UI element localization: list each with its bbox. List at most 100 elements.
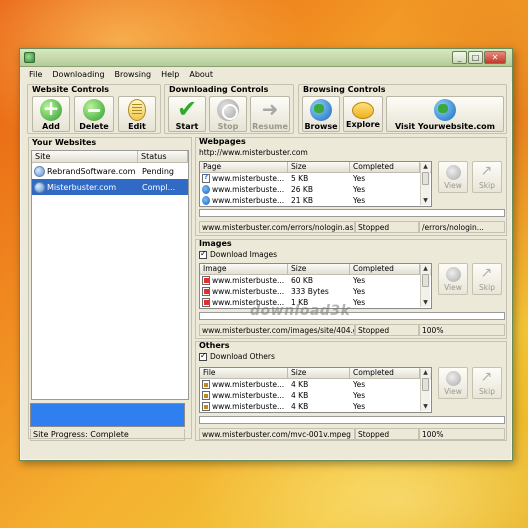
download-images-checkbox-row[interactable]: Download Images [199, 249, 278, 259]
row-completed: Yes [353, 287, 366, 296]
skip-button[interactable]: Skip [472, 161, 502, 193]
table-row[interactable]: www.misterbuste... 333 Bytes Yes [200, 286, 431, 297]
images-title: Images [199, 239, 232, 248]
column-completed[interactable]: Completed [350, 264, 420, 274]
scroll-down-icon[interactable]: ▼ [421, 403, 430, 411]
webpages-grid[interactable]: Page Size Completed www.misterbuste... 5… [199, 161, 432, 207]
skip-icon [480, 163, 495, 180]
column-size[interactable]: Size [288, 162, 350, 172]
view-button[interactable]: View [438, 161, 468, 193]
status-url: www.misterbuster.com/images/site/404.gif [199, 324, 355, 336]
start-label: Start [175, 122, 199, 131]
site-name: Misterbuster.com [47, 182, 117, 192]
view-button[interactable]: View [438, 263, 468, 295]
row-size: 21 KB [291, 196, 313, 205]
websites-list[interactable]: Site Status RebrandSoftware.com Pending … [31, 150, 189, 400]
scroll-thumb[interactable] [422, 172, 429, 185]
table-row[interactable]: www.misterbuste... 4 KB Yes [200, 390, 431, 401]
skip-button[interactable]: Skip [472, 263, 502, 295]
vertical-scrollbar[interactable]: ▲ ▼ [420, 265, 430, 307]
skip-label: Skip [479, 283, 495, 292]
table-row[interactable]: www.misterbuste... 60 KB Yes [200, 275, 431, 286]
delete-label: Delete [79, 122, 109, 131]
edit-button[interactable]: Edit [118, 96, 156, 132]
download-images-checkbox[interactable] [199, 249, 207, 259]
download-others-checkbox-row[interactable]: Download Others [199, 351, 275, 361]
row-completed: Yes [353, 380, 366, 389]
visit-website-button[interactable]: Visit Yourwebsite.com [386, 96, 504, 132]
vertical-scrollbar[interactable]: ▲ ▼ [420, 163, 430, 205]
web-page-icon [34, 165, 45, 177]
webpages-section: Webpages http://www.misterbuster.com Pag… [195, 137, 507, 236]
minimize-button[interactable]: _ [452, 51, 467, 64]
column-status[interactable]: Status [138, 151, 188, 162]
table-row[interactable]: www.misterbuste... 21 KB Yes [200, 195, 431, 206]
add-button[interactable]: Add [32, 96, 70, 132]
visit-label: Visit Yourwebsite.com [394, 122, 495, 131]
table-row[interactable]: www.misterbuste... 4 KB Yes [200, 379, 431, 390]
table-row[interactable]: www.misterbuste... 4 KB Yes [200, 401, 431, 412]
delete-icon [83, 99, 105, 121]
scroll-down-icon[interactable]: ▼ [421, 197, 430, 205]
scroll-thumb[interactable] [422, 378, 429, 391]
menu-downloading[interactable]: Downloading [47, 68, 109, 82]
scroll-thumb[interactable] [422, 274, 429, 287]
explore-button[interactable]: Explore [343, 96, 383, 132]
row-completed: Yes [353, 276, 366, 285]
images-section: Images Download Images Image Size Comple… [195, 239, 507, 339]
list-item-selected[interactable]: Misterbuster.com Compl... [32, 179, 188, 195]
globe-icon [434, 99, 456, 121]
ie-page-icon [202, 185, 210, 194]
column-page[interactable]: Page [200, 162, 288, 172]
table-row[interactable]: www.misterbuste... 26 KB Yes [200, 184, 431, 195]
column-size[interactable]: Size [288, 264, 350, 274]
scroll-up-icon[interactable]: ▲ [421, 265, 430, 273]
browsing-controls-group: Browsing Controls Browse Explore Visit Y… [298, 84, 507, 134]
globe-icon [310, 99, 332, 121]
scroll-up-icon[interactable]: ▲ [421, 369, 430, 377]
download-others-checkbox[interactable] [199, 351, 207, 361]
menu-file[interactable]: File [24, 68, 47, 82]
view-icon [445, 371, 461, 386]
downloading-controls-title: Downloading Controls [169, 85, 269, 94]
maximize-button[interactable]: □ [468, 51, 483, 64]
menu-about[interactable]: About [184, 68, 218, 82]
website-controls-title: Website Controls [32, 85, 110, 94]
browse-button[interactable]: Browse [302, 96, 340, 132]
others-grid[interactable]: File Size Completed www.misterbuste... 4… [199, 367, 432, 413]
others-title: Others [199, 341, 230, 350]
browse-label: Browse [304, 122, 338, 131]
menu-bar: File Downloading Browsing Help About [20, 68, 512, 82]
view-label: View [444, 387, 462, 396]
webpages-status-strip: www.misterbuster.com/errors/nologin.asp … [199, 221, 505, 233]
skip-button[interactable]: Skip [472, 367, 502, 399]
delete-button[interactable]: Delete [74, 96, 114, 132]
column-completed[interactable]: Completed [350, 368, 420, 378]
vertical-scrollbar[interactable]: ▲ ▼ [420, 369, 430, 411]
view-button[interactable]: View [438, 367, 468, 399]
title-bar[interactable]: _ □ ✕ [20, 49, 512, 67]
resume-button[interactable]: Resume [250, 96, 290, 132]
others-grid-header: File Size Completed [200, 368, 431, 379]
scroll-down-icon[interactable]: ▼ [421, 299, 430, 307]
table-row[interactable]: www.misterbuste... 5 KB Yes [200, 173, 431, 184]
row-size: 5 KB [291, 174, 309, 183]
column-site[interactable]: Site [32, 151, 138, 162]
download-images-label: Download Images [210, 250, 278, 259]
column-size[interactable]: Size [288, 368, 350, 378]
websites-panel: Your Websites Site Status RebrandSoftwar… [28, 137, 192, 439]
menu-help[interactable]: Help [156, 68, 184, 82]
column-completed[interactable]: Completed [350, 162, 420, 172]
close-button[interactable]: ✕ [484, 51, 506, 64]
column-image[interactable]: Image [200, 264, 288, 274]
menu-browsing[interactable]: Browsing [110, 68, 157, 82]
status-url: www.misterbuster.com/mvc-001v.mpeg [199, 428, 355, 440]
app-icon [24, 52, 35, 63]
image-file-icon [202, 276, 210, 285]
scroll-up-icon[interactable]: ▲ [421, 163, 430, 171]
list-item[interactable]: RebrandSoftware.com Pending [32, 163, 188, 179]
stop-button[interactable]: Stop [209, 96, 247, 132]
column-file[interactable]: File [200, 368, 288, 378]
start-button[interactable]: Start [168, 95, 206, 132]
row-name: www.misterbuste... [212, 402, 285, 411]
